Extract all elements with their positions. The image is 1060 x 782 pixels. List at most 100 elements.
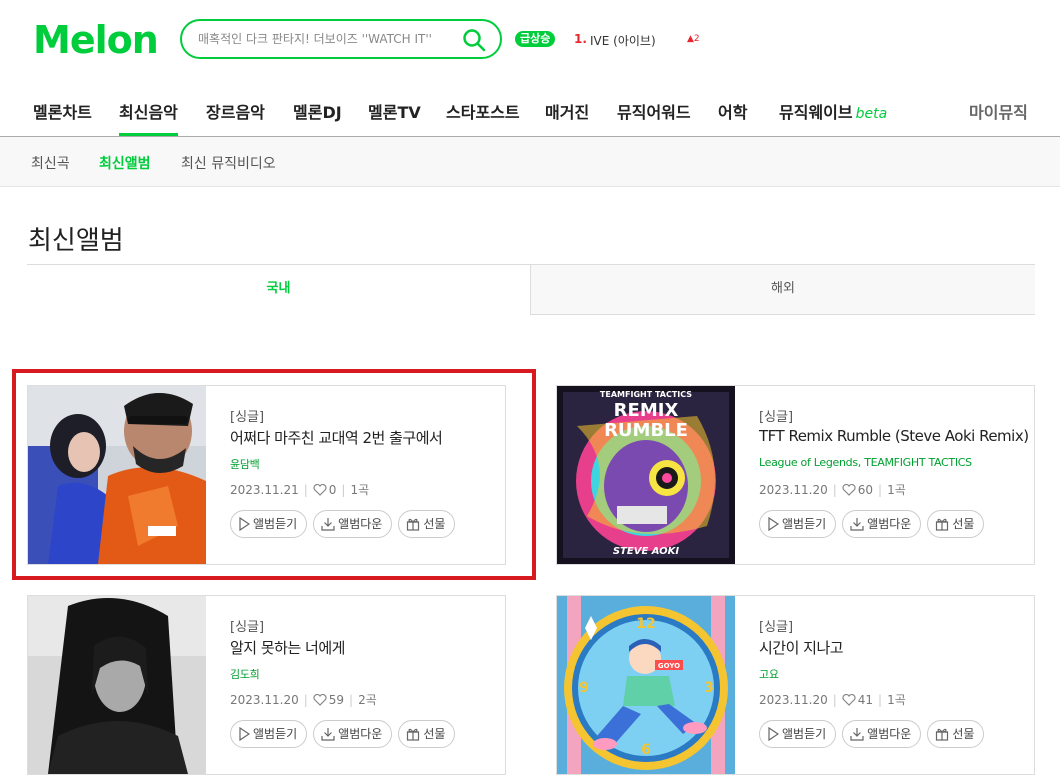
download-label: 앨범다운 [338,727,383,741]
album-buttons: 앨범듣기 앨범다운 선물 [759,510,990,538]
gift-label: 선물 [423,727,446,741]
meta-divider: | [303,693,308,707]
tab-domestic[interactable]: 국내 [27,265,530,315]
album-title[interactable]: 시간이 지나고 [759,637,844,658]
album-title[interactable]: 어쩌다 마주친 교대역 2번 출구에서 [230,427,443,448]
play-icon [239,726,251,742]
play-icon [239,516,251,532]
cover-artist: STEVE AOKI [613,546,680,557]
listen-label: 앨범듣기 [782,517,827,531]
nav-dj[interactable]: 멜론DJ [293,99,342,123]
nav-my-music[interactable]: 마이뮤직 [969,99,1028,123]
album-likes: 59 [328,693,345,707]
nav-musicwave-label: 뮤직웨이브 [779,103,853,122]
album-card: [싱글] 알지 못하는 너에게 김도희 2023.11.20 | 59 | 2곡 앨범듣… [27,595,506,775]
gift-button[interactable]: 선물 [398,720,456,748]
meta-divider: | [303,483,308,497]
tab-overseas[interactable]: 해외 [530,265,1035,315]
nav-music-award[interactable]: 뮤직어워드 [617,99,691,123]
album-type: [싱글] [230,410,265,425]
heart-icon[interactable] [313,694,327,706]
nav-starpost[interactable]: 스타포스트 [446,99,520,123]
listen-label: 앨범듣기 [253,517,298,531]
subnav-latest-mv[interactable]: 최신 뮤직비디오 [181,153,276,173]
gift-icon [407,728,420,741]
play-icon [768,516,780,532]
download-album-button[interactable]: 앨범다운 [313,720,393,748]
download-icon [850,728,864,741]
gift-button[interactable]: 선물 [927,720,985,748]
listen-album-button[interactable]: 앨범듣기 [759,510,837,538]
nav-musicwave[interactable]: 뮤직웨이브 beta [779,99,887,123]
download-album-button[interactable]: 앨범다운 [842,720,922,748]
album-title[interactable]: 알지 못하는 너에게 [230,637,345,658]
subnav-latest-albums[interactable]: 최신앨범 [99,153,151,173]
album-cover[interactable]: TEAMFIGHT TACTICS REMIX RUMBLE STEVE AOK… [557,386,735,564]
album-type: [싱글] [759,410,794,425]
nav-language[interactable]: 어학 [718,99,747,123]
album-artist[interactable]: 고요 [759,666,779,682]
album-tracks: 1곡 [350,483,370,497]
nav-chart[interactable]: 멜론차트 [33,99,92,123]
download-album-button[interactable]: 앨범다운 [842,510,922,538]
clock-numeral-3: 3 [704,680,714,696]
nav-latest-music[interactable]: 최신음악 [119,99,178,136]
album-buttons: 앨범듣기 앨범다운 선물 [759,720,990,748]
rising-rank-artist[interactable]: IVE (아이브) [590,32,656,49]
heart-icon[interactable] [313,484,327,496]
gift-button[interactable]: 선물 [398,510,456,538]
album-cover[interactable] [28,596,206,774]
search-box [180,19,502,59]
album-type: [싱글] [759,620,794,635]
beta-label: beta [855,106,888,122]
album-meta: 2023.11.20 | 41 | 1곡 [759,691,906,708]
clock-numeral-9: 9 [579,680,589,696]
nav-genre[interactable]: 장르음악 [206,99,265,123]
album-artist[interactable]: 김도희 [230,666,260,682]
album-date: 2023.11.20 [759,483,828,497]
play-icon [768,726,780,742]
search-input[interactable] [198,29,448,49]
cover-title-1: REMIX [614,400,679,421]
clock-numeral-12: 12 [636,616,655,632]
nav-tv[interactable]: 멜론TV [368,99,421,123]
page-title: 최신앨범 [28,226,124,256]
subnav-latest-songs[interactable]: 최신곡 [31,153,70,173]
search-icon[interactable] [462,28,486,52]
listen-album-button[interactable]: 앨범듣기 [230,720,308,748]
clock-numeral-6: 6 [641,742,651,758]
album-buttons: 앨범듣기 앨범다운 선물 [230,720,461,748]
listen-album-button[interactable]: 앨범듣기 [759,720,837,748]
album-card: TEAMFIGHT TACTICS REMIX RUMBLE STEVE AOK… [556,385,1035,565]
gift-icon [936,518,949,531]
heart-icon[interactable] [842,484,856,496]
main-nav: 멜론차트 최신음악 장르음악 멜론DJ 멜론TV 스타포스트 매거진 뮤직어워드… [0,87,1060,137]
rank-up-icon: ▲ [687,34,694,44]
album-artist[interactable]: League of Legends, TEAMFIGHT TACTICS [759,456,972,469]
album-title[interactable]: TFT Remix Rumble (Steve Aoki Remix) [759,427,1029,445]
album-date: 2023.11.20 [230,693,299,707]
nav-magazine[interactable]: 매거진 [545,99,589,123]
cover-brand: TEAMFIGHT TACTICS [600,390,692,399]
download-icon [850,518,864,531]
album-artist[interactable]: 윤담백 [230,456,260,472]
listen-album-button[interactable]: 앨범듣기 [230,510,308,538]
download-label: 앨범다운 [867,517,912,531]
album-card: [싱글] 어쩌다 마주친 교대역 2번 출구에서 윤담백 2023.11.21 |… [27,385,506,565]
album-cover[interactable]: 12 3 6 9 GOYO [557,596,735,774]
meta-divider: | [878,483,883,497]
album-type: [싱글] [230,620,265,635]
cover-sign: GOYO [658,662,680,670]
rank-change-value: 2 [693,34,700,44]
meta-divider: | [349,693,354,707]
rising-rank-number: 1. [574,32,587,46]
meta-divider: | [832,483,837,497]
gift-button[interactable]: 선물 [927,510,985,538]
gift-icon [936,728,949,741]
heart-icon[interactable] [842,694,856,706]
melon-logo[interactable]: Melon [33,20,159,60]
album-likes: 41 [857,693,874,707]
album-cover[interactable] [28,386,206,564]
download-album-button[interactable]: 앨범다운 [313,510,393,538]
album-card: 12 3 6 9 GOYO [싱글] 시간이 지나고 고요 2023.11.20… [556,595,1035,775]
